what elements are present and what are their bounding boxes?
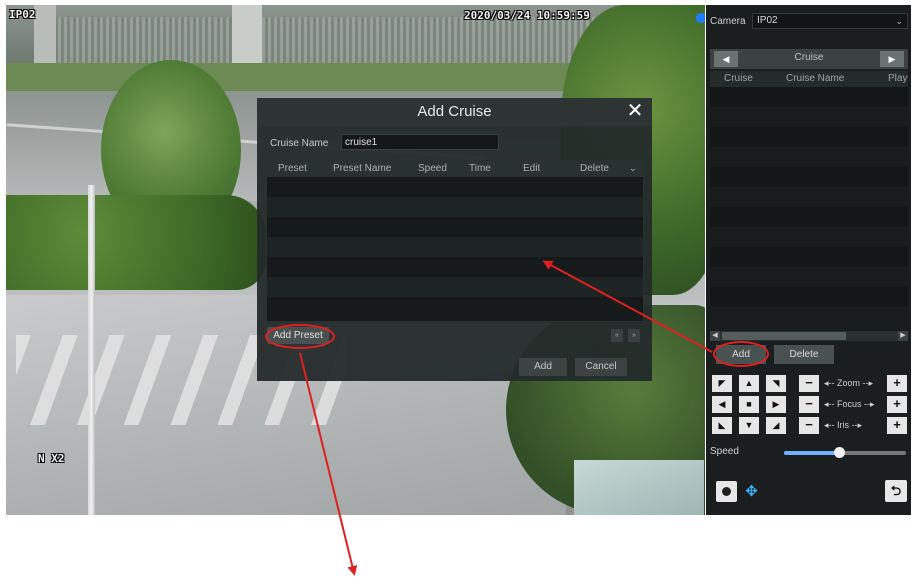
nvr-ptz-screen: IP02 2020/03/24 10:59:59 N X2 Add Cruise… [0,0,915,583]
annotation-arrow [299,352,358,576]
annotation-arrows [299,260,713,576]
annotation-arrow [542,260,713,353]
